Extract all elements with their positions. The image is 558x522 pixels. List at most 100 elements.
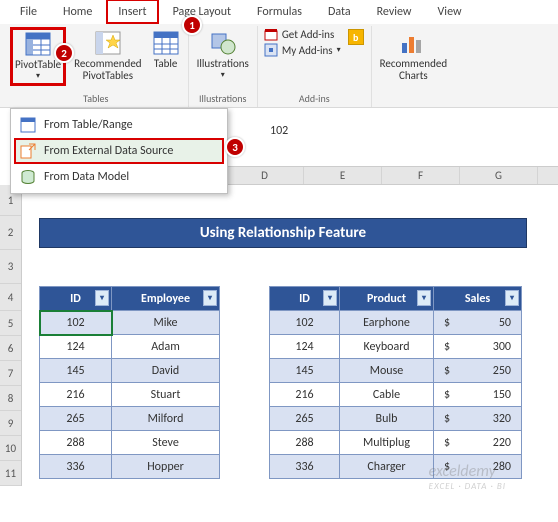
bing-maps-button[interactable]: b	[347, 27, 365, 47]
formula-bar-value: 102	[270, 124, 288, 138]
cell[interactable]: 336	[270, 455, 340, 479]
table-range-icon	[20, 117, 36, 133]
cell[interactable]: 102	[40, 311, 112, 335]
cell[interactable]: 288	[40, 431, 112, 455]
cell[interactable]: $50	[434, 311, 522, 335]
row-header[interactable]: 11	[0, 461, 21, 486]
recommended-charts-button[interactable]: Recommended Charts	[378, 27, 449, 84]
chart-icon	[399, 29, 427, 57]
filter-drop-icon[interactable]: ▾	[323, 290, 337, 306]
col-header[interactable]: E	[304, 167, 382, 184]
table-button[interactable]: Table	[150, 27, 182, 72]
cell[interactable]: 216	[270, 383, 340, 407]
col-header-employee[interactable]: Employee▾	[112, 287, 220, 311]
illustrations-button[interactable]: Illustrations ▾	[195, 27, 251, 82]
col-header[interactable]: D	[226, 167, 304, 184]
recommended-pivottables-icon	[94, 29, 122, 57]
cell[interactable]: 216	[40, 383, 112, 407]
row-header[interactable]: 5	[0, 311, 21, 336]
col-header-sales[interactable]: Sales▾	[434, 287, 522, 311]
cell[interactable]: Steve	[112, 431, 220, 455]
my-addins-button[interactable]: My Add-ins ▾	[264, 43, 341, 57]
cell[interactable]: $220	[434, 431, 522, 455]
cell[interactable]: $300	[434, 335, 522, 359]
table-label: Table	[154, 58, 178, 70]
tab-view[interactable]: View	[426, 0, 474, 24]
tab-page-layout[interactable]: Page Layout	[161, 0, 243, 24]
row-header[interactable]: 3	[0, 250, 21, 284]
row-header[interactable]: 8	[0, 386, 21, 411]
table-row: 216Stuart	[40, 383, 220, 407]
cell[interactable]: Cable	[340, 383, 434, 407]
cell[interactable]: 145	[270, 359, 340, 383]
cell[interactable]: 124	[40, 335, 112, 359]
cell[interactable]: Charger	[340, 455, 434, 479]
cell[interactable]: 265	[270, 407, 340, 431]
cell[interactable]: 336	[40, 455, 112, 479]
tab-data[interactable]: Data	[316, 0, 363, 24]
worksheet[interactable]: Using Relationship Feature ID▾ Employee▾…	[22, 186, 558, 522]
cell[interactable]: David	[112, 359, 220, 383]
cell[interactable]: Mike	[112, 311, 220, 335]
table-row: 336Charger$280	[270, 455, 522, 479]
col-header-id[interactable]: ID▾	[270, 287, 340, 311]
step-badge-1: 1	[182, 15, 202, 35]
row-header[interactable]: 2	[0, 216, 21, 250]
tab-file[interactable]: File	[8, 0, 49, 24]
cell[interactable]: $250	[434, 359, 522, 383]
pivottable-dropdown: From Table/Range From External Data Sour…	[10, 108, 228, 194]
from-table-range-item[interactable]: From Table/Range	[14, 112, 224, 138]
tab-review[interactable]: Review	[365, 0, 424, 24]
cell[interactable]: 145	[40, 359, 112, 383]
recommended-charts-label: Recommended Charts	[380, 58, 447, 82]
cell[interactable]: Multiplug	[340, 431, 434, 455]
row-header[interactable]: 6	[0, 336, 21, 361]
from-data-model-item[interactable]: From Data Model	[14, 164, 224, 190]
filter-drop-icon[interactable]: ▾	[417, 290, 431, 306]
from-external-data-source-item[interactable]: From External Data Source	[14, 138, 224, 164]
tab-insert[interactable]: Insert	[106, 0, 158, 24]
group-charts: Recommended Charts	[372, 26, 455, 107]
cell[interactable]: $280	[434, 455, 522, 479]
tab-formulas[interactable]: Formulas	[245, 0, 314, 24]
table-row: 124Adam	[40, 335, 220, 359]
cell[interactable]: 102	[270, 311, 340, 335]
row-header[interactable]: 7	[0, 361, 21, 386]
cell[interactable]: 265	[40, 407, 112, 431]
cell[interactable]: 124	[270, 335, 340, 359]
col-header[interactable]: F	[382, 167, 460, 184]
my-addins-label: My Add-ins	[282, 44, 333, 57]
cell[interactable]: Adam	[112, 335, 220, 359]
cell[interactable]: Mouse	[340, 359, 434, 383]
col-header[interactable]: G	[460, 167, 538, 184]
table-row: 216Cable$150	[270, 383, 522, 407]
table-row: 265Bulb$320	[270, 407, 522, 431]
cell[interactable]: Hopper	[112, 455, 220, 479]
row-header[interactable]: 9	[0, 411, 21, 436]
filter-drop-icon[interactable]: ▾	[203, 290, 217, 306]
ribbon: PivotTable ▾ Recommended PivotTables Tab…	[0, 24, 558, 108]
get-addins-button[interactable]: Get Add-ins	[264, 27, 341, 41]
tab-home[interactable]: Home	[51, 0, 104, 24]
cell[interactable]: 288	[270, 431, 340, 455]
filter-drop-icon[interactable]: ▾	[95, 290, 109, 306]
cell[interactable]: $320	[434, 407, 522, 431]
cell[interactable]: Milford	[112, 407, 220, 431]
row-header[interactable]: 4	[0, 284, 21, 311]
table-row: 265Milford	[40, 407, 220, 431]
group-illustrations: Illustrations ▾ Illustrations	[189, 26, 258, 107]
cell[interactable]: Stuart	[112, 383, 220, 407]
cell[interactable]: $150	[434, 383, 522, 407]
chevron-down-icon: ▾	[36, 72, 40, 81]
table-row: 336Hopper	[40, 455, 220, 479]
row-header[interactable]: 10	[0, 436, 21, 461]
external-source-icon	[20, 143, 36, 159]
col-header-id[interactable]: ID▾	[40, 287, 112, 311]
col-header-product[interactable]: Product▾	[340, 287, 434, 311]
recommended-pivottables-button[interactable]: Recommended PivotTables	[72, 27, 143, 84]
cell[interactable]: Bulb	[340, 407, 434, 431]
cell[interactable]: Keyboard	[340, 335, 434, 359]
filter-drop-icon[interactable]: ▾	[505, 290, 519, 306]
cell[interactable]: Earphone	[340, 311, 434, 335]
row-headers: 1234567891011	[0, 185, 22, 486]
